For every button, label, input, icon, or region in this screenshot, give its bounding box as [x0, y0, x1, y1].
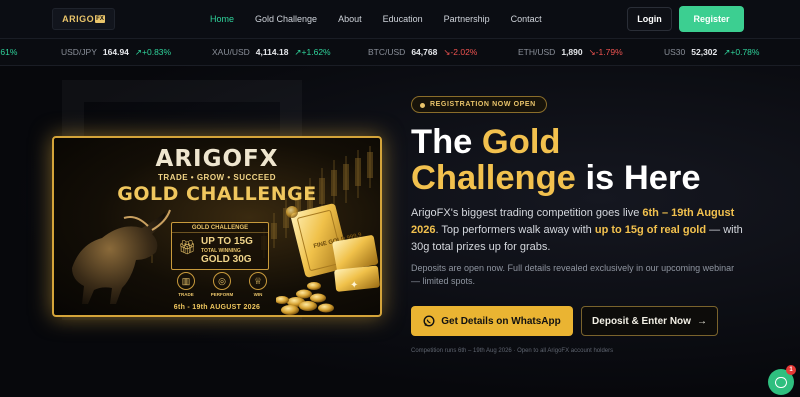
whatsapp-button[interactable]: Get Details on WhatsApp: [411, 306, 573, 336]
ticker-item: BTC/USD 64,768 ↘-2.02%: [368, 47, 477, 58]
competition-footnote: Competition runs 6th – 19th Aug 2026 · O…: [411, 348, 614, 354]
ticker-item: .61%: [0, 47, 17, 57]
perform-icon: ◎: [213, 272, 231, 290]
ticker-price: 4,114.18: [255, 47, 289, 57]
login-button[interactable]: Login: [627, 7, 672, 31]
headline-part: The: [411, 123, 482, 161]
register-button[interactable]: Register: [679, 6, 744, 32]
promo-tagline: TRADE • GROW • SUCCEED: [158, 173, 276, 182]
promo-step-label: WIN: [253, 292, 263, 297]
nav-link-partnership[interactable]: Partnership: [444, 14, 490, 24]
logo-badge: FX: [95, 15, 105, 23]
ticker-price: 64,768: [411, 47, 438, 57]
ticker-symbol: XAU/USD: [212, 47, 250, 57]
headline-part: is Here: [575, 159, 701, 197]
ticker-symbol: USD/JPY: [61, 47, 97, 57]
ticker-item: ETH/USD 1,890 ↘-1.79%: [518, 47, 623, 58]
nav-links: Home Gold Challenge About Education Part…: [210, 0, 563, 38]
nav-link-about[interactable]: About: [338, 14, 362, 24]
sparkle-icon: ✦: [350, 280, 359, 291]
brand-logo[interactable]: ARIGO FX: [52, 8, 115, 30]
ticker-price: 164.94: [102, 47, 129, 57]
whatsapp-button-label: Get Details on WhatsApp: [441, 315, 561, 327]
ticker-item: XAU/USD 4,114.18 ↗+1.62%: [212, 47, 331, 58]
ticker-item: US30 52,302 ↗+0.78%: [664, 47, 759, 58]
promo-challenge-title: GOLD CHALLENGE: [117, 183, 317, 205]
description-text: ArigoFX's biggest trading competition go…: [411, 207, 643, 219]
badge-dot-icon: [420, 103, 425, 108]
promo-step-label: TRADE: [178, 292, 194, 297]
chat-notification-badge: 1: [786, 365, 796, 375]
promo-banner: FINE GOLD 999.9 ARIGOFX TRADE • GROW • S…: [52, 136, 382, 317]
whatsapp-icon: [423, 315, 435, 327]
promo-step-label: PERFORM: [210, 292, 234, 297]
prize-panel-heading: GOLD CHALLENGE: [172, 223, 268, 233]
prize-panel: GOLD CHALLENGE 🎁︎ UP TO 15G TOTAL WINNIN…: [171, 222, 269, 270]
promo-date: 6th - 19th AUGUST 2026: [173, 304, 261, 311]
trade-icon: ▥: [177, 272, 195, 290]
deposit-enter-button[interactable]: Deposit & Enter Now →: [581, 306, 718, 336]
logo-text: ARIGO: [62, 14, 95, 24]
prize-line-1: UP TO 15G: [201, 236, 253, 247]
ticker-change: +0.78%: [730, 47, 760, 57]
promo-brand-title: ARIGOFX: [155, 146, 279, 172]
nav-link-education[interactable]: Education: [383, 14, 423, 24]
price-ticker: .61% USD/JPY 164.94 ↗+0.83% XAU/USD 4,11…: [0, 38, 800, 66]
description-highlight-prize: up to 15g of real gold: [594, 224, 707, 236]
promo-steps: ▥ TRADE ◎ PERFORM ♕ WIN: [172, 272, 272, 297]
navbar: ARIGO FX Home Gold Challenge About Educa…: [0, 0, 800, 38]
ticker-price: 1,890: [561, 47, 583, 57]
gift-icon: 🎁︎: [178, 239, 196, 255]
hero-subdescription: Deposits are open now. Full details reve…: [411, 263, 735, 286]
hero-description: ArigoFX's biggest trading competition go…: [411, 205, 751, 256]
trend-up-icon: ↗: [294, 47, 302, 57]
chat-bubble-icon: [775, 376, 787, 388]
ticker-change: -1.79%: [595, 47, 623, 57]
ticker-change: .61%: [0, 47, 18, 57]
badge-label: REGISTRATION NOW OPEN: [430, 101, 536, 108]
nav-link-gold-challenge[interactable]: Gold Challenge: [255, 14, 317, 24]
promo-step-win: ♕ WIN: [244, 272, 272, 297]
nav-link-contact[interactable]: Contact: [511, 14, 542, 24]
promo-step-trade: ▥ TRADE: [172, 272, 200, 297]
headline-highlight: Challenge: [411, 159, 576, 197]
ticker-item: USD/JPY 164.94 ↗+0.83%: [61, 47, 171, 58]
deposit-button-label: Deposit & Enter Now: [592, 315, 691, 327]
prize-line-3: GOLD 30G: [201, 254, 252, 265]
description-text: . Top performers walk away with: [435, 224, 595, 236]
ticker-symbol: BTC/USD: [368, 47, 406, 57]
bull-illustration: [72, 209, 171, 304]
ticker-change: +0.83%: [142, 47, 172, 57]
nav-link-home[interactable]: Home: [210, 14, 234, 24]
arrow-right-icon: →: [696, 315, 707, 327]
hero-headline: The Gold Challenge is Here: [411, 124, 701, 196]
ticker-change: -2.02%: [450, 47, 478, 57]
ticker-symbol: ETH/USD: [518, 47, 556, 57]
win-icon: ♕: [249, 272, 267, 290]
promo-step-perform: ◎ PERFORM: [208, 272, 236, 297]
ticker-price: 52,302: [691, 47, 718, 57]
trend-down-icon: ↘: [588, 47, 596, 57]
ticker-change: +1.62%: [301, 47, 331, 57]
headline-highlight: Gold: [481, 123, 561, 161]
trend-up-icon: ↗: [134, 47, 143, 57]
registration-badge: REGISTRATION NOW OPEN: [411, 96, 547, 113]
ticker-symbol: US30: [664, 47, 686, 57]
